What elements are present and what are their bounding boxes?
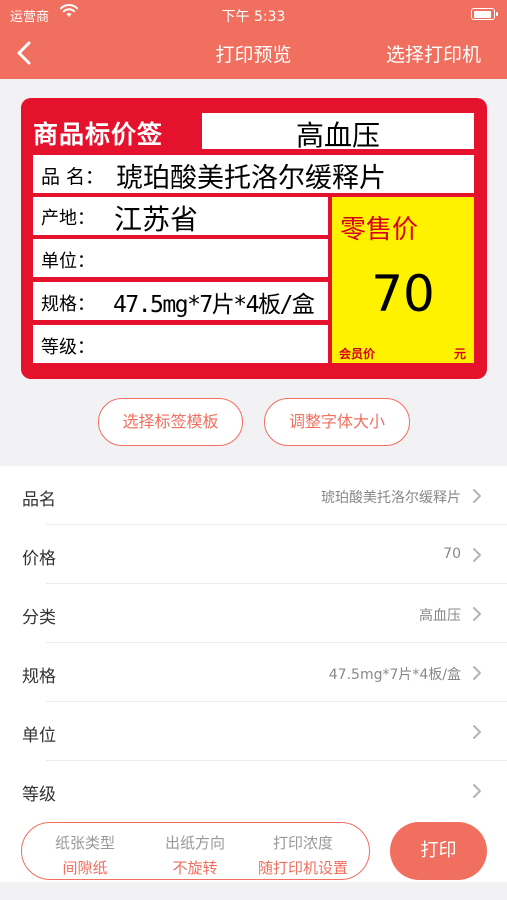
field-row-unit[interactable]: 单位: [0, 702, 507, 761]
select-printer-button[interactable]: 选择打印机: [386, 40, 481, 67]
field-label: 分类: [22, 608, 56, 628]
field-label: 单位: [22, 726, 56, 746]
paper-type-setting[interactable]: 纸张类型 间隙纸: [30, 832, 140, 878]
category-cell: 高血压: [202, 113, 474, 152]
chevron-right-icon: [471, 664, 483, 682]
field-value: 47.5mg*7片*4板/盒: [328, 667, 461, 683]
field-value: 琥珀酸美托洛尔缓释片: [321, 490, 461, 506]
status-bar: 运营商 下午 5:33: [0, 0, 507, 28]
paper-direction-setting[interactable]: 出纸方向 不旋转: [140, 832, 250, 878]
unit-cell: 单位：: [33, 239, 328, 277]
adjust-font-size-button[interactable]: 调整字体大小: [264, 398, 410, 446]
name-cell: 品 名： 琥珀酸美托洛尔缓释片: [33, 155, 474, 194]
setting-value: 随打印机设置: [257, 859, 348, 877]
print-density-setting[interactable]: 打印浓度 随打印机设置: [248, 832, 358, 878]
select-template-button[interactable]: 选择标签模板: [98, 398, 243, 446]
label-price: 70: [371, 265, 435, 323]
label-field-list: 品名 琥珀酸美托洛尔缓释片 价格 70 分类 高血压 规格 47.5mg*7片*…: [0, 466, 507, 820]
field-label: 等级: [22, 785, 56, 805]
field-label: 品名: [22, 490, 56, 510]
setting-value: 不旋转: [172, 859, 218, 877]
label-name-key: 品 名：: [41, 166, 105, 188]
label-grade-key: 等级：: [41, 337, 95, 358]
label-name-value: 琥珀酸美托洛尔缓释片: [116, 163, 386, 194]
home-indicator-area: [0, 882, 507, 900]
label-member-price: 会员价: [339, 347, 376, 361]
chevron-right-icon: [471, 782, 483, 800]
spec-cell: 规格： 47.5mg*7片*4板/盒: [33, 282, 328, 320]
print-settings-pill: 纸张类型 间隙纸 出纸方向 不旋转 打印浓度 随打印机设置: [21, 822, 370, 880]
setting-label: 打印浓度: [272, 834, 333, 852]
field-row-price[interactable]: 价格 70: [0, 525, 507, 584]
label-category: 高血压: [295, 119, 380, 152]
navbar: 打印预览 选择打印机: [0, 28, 507, 78]
header: 运营商 下午 5:33 打印预览 选择打印机: [0, 0, 507, 79]
bottom-bar: 纸张类型 间隙纸 出纸方向 不旋转 打印浓度 随打印机设置 打印: [0, 818, 507, 882]
field-value: 70: [443, 546, 461, 562]
label-unit-key: 单位：: [41, 251, 95, 272]
field-row-spec[interactable]: 规格 47.5mg*7片*4板/盒: [0, 643, 507, 702]
chevron-right-icon: [471, 723, 483, 741]
field-value: 高血压: [419, 608, 461, 624]
label-spec-value: 47.5mg*7片*4板/盒: [113, 292, 315, 318]
field-label: 价格: [22, 549, 56, 569]
price-label-preview: 商品标价签 高血压 品 名： 琥珀酸美托洛尔缓释片 产地： 江苏省 单位： 规格…: [21, 98, 487, 379]
status-time: 下午 5:33: [221, 9, 286, 25]
setting-label: 纸张类型: [54, 834, 115, 852]
field-row-grade[interactable]: 等级: [0, 761, 507, 820]
field-row-category[interactable]: 分类 高血压: [0, 584, 507, 643]
label-origin-key: 产地：: [41, 208, 95, 229]
field-row-name[interactable]: 品名 琥珀酸美托洛尔缓释片: [0, 466, 507, 525]
grade-cell: 等级：: [33, 325, 328, 363]
field-label: 规格: [22, 667, 56, 687]
chevron-right-icon: [471, 546, 483, 564]
label-currency-unit: 元: [453, 347, 466, 361]
print-button[interactable]: 打印: [390, 822, 487, 880]
battery-icon: [471, 8, 498, 20]
chevron-right-icon: [471, 605, 483, 623]
label-origin-value: 江苏省: [114, 203, 199, 236]
chevron-right-icon: [471, 487, 483, 505]
retail-price-box: 零售价 70 会员价 元: [332, 197, 474, 363]
setting-value: 间隙纸: [62, 859, 108, 877]
label-tag-title: 商品标价签: [33, 120, 164, 149]
label-retail-title: 零售价: [340, 215, 419, 245]
setting-label: 出纸方向: [164, 834, 225, 852]
label-spec-key: 规格：: [41, 294, 95, 315]
origin-cell: 产地： 江苏省: [33, 197, 328, 236]
